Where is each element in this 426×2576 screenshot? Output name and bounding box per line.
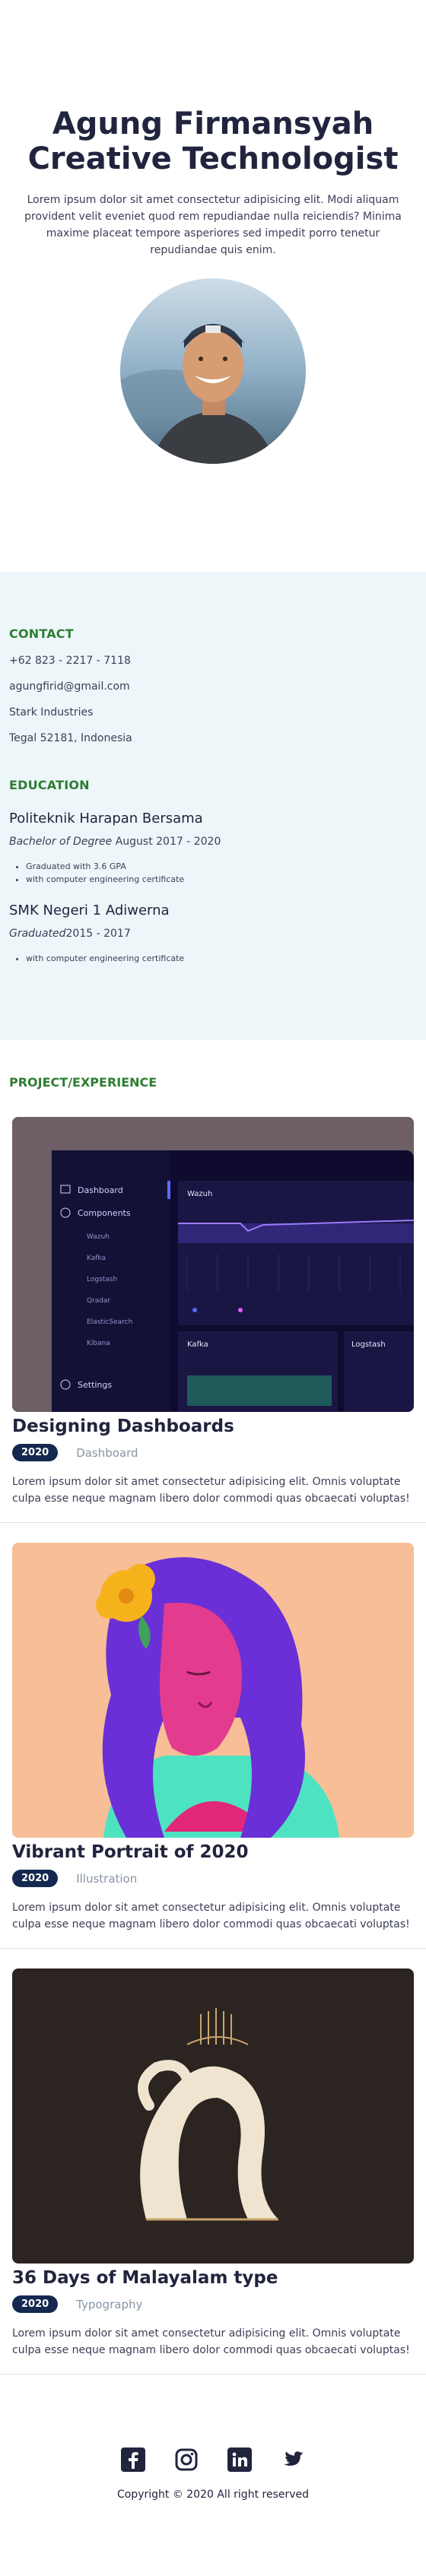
svg-text:Logstash: Logstash [87, 1276, 117, 1283]
project-meta: 2020 Typography [12, 2295, 414, 2313]
year-badge: 2020 [12, 1444, 59, 1461]
school-name: Politeknik Harapan Bersama [9, 811, 203, 826]
social-links [0, 2448, 426, 2472]
degree-period: 2015 - 2017 [65, 928, 131, 940]
project-thumbnail-portrait[interactable] [12, 1543, 414, 1838]
project-description: Lorem ipsum dolor sit amet consectetur a… [12, 2327, 410, 2356]
menu-settings: Settings [78, 1380, 112, 1390]
project-title[interactable]: 36 Days of Malayalam type [12, 2268, 414, 2288]
project-title[interactable]: Vibrant Portrait of 2020 [12, 1842, 414, 1862]
divider [0, 1522, 426, 1523]
contact-address: Tegal 52181, Indonesia [9, 732, 132, 744]
school-name: SMK Negeri 1 Adiwerna [9, 903, 170, 918]
hero-section: Agung Firmansyah Creative Technologist L… [0, 0, 426, 572]
project-category: Illustration [76, 1871, 138, 1886]
project-thumbnail-dashboard[interactable]: Dashboard Components Wazuh Kafka Logstas… [12, 1117, 414, 1412]
project-thumbnail-typography[interactable] [12, 1968, 414, 2264]
contact-heading: CONTACT [9, 627, 74, 641]
degree-label: Bachelor of Degree [9, 836, 113, 848]
svg-text:Qradar: Qradar [87, 1297, 111, 1305]
school-degree: Bachelor of Degree August 2017 - 2020 [9, 836, 417, 848]
svg-text:Kibana: Kibana [87, 1340, 110, 1347]
facebook-icon[interactable] [121, 2448, 145, 2472]
school-note: Graduated with 3.6 GPA [26, 861, 417, 871]
hero-role: Creative Technologist [27, 141, 399, 176]
project-title[interactable]: Designing Dashboards [12, 1416, 414, 1436]
svg-text:Kafka: Kafka [87, 1255, 106, 1262]
twitter-icon[interactable] [281, 2448, 305, 2472]
degree-label: Graduated [9, 928, 66, 940]
degree-period: August 2017 - 2020 [115, 836, 221, 848]
hero-intro: Lorem ipsum dolor sit amet consectetur a… [24, 194, 402, 256]
instagram-icon[interactable] [174, 2448, 199, 2472]
school-degree: Graduated2015 - 2017 [9, 928, 417, 940]
education-heading: EDUCATION [9, 778, 90, 792]
hero-title: Agung Firmansyah Creative Technologist [0, 106, 426, 176]
school-note: with computer engineering certificate [26, 953, 417, 963]
copyright: Copyright © 2020 All right reserved [116, 2489, 310, 2501]
divider [0, 2374, 426, 2375]
project-description: Lorem ipsum dolor sit amet consectetur a… [12, 1902, 410, 1930]
info-section: CONTACT +62 823 - 2217 - 7118 agungfirid… [0, 572, 426, 1040]
project-card[interactable]: 36 Days of Malayalam type 2020 Typograph… [0, 1968, 426, 2359]
divider [0, 1948, 426, 1949]
menu-components: Components [78, 1208, 131, 1218]
footer: Copyright © 2020 All right reserved [0, 2394, 426, 2501]
school-notes: with computer engineering certificate [9, 953, 417, 963]
project-card[interactable]: Dashboard Components Wazuh Kafka Logstas… [0, 1117, 426, 1507]
contact-company: Stark Industries [9, 706, 94, 719]
project-description: Lorem ipsum dolor sit amet consectetur a… [12, 1476, 410, 1505]
menu-dashboard: Dashboard [78, 1185, 123, 1195]
year-badge: 2020 [12, 2295, 59, 2313]
svg-text:Kafka: Kafka [187, 1340, 208, 1349]
svg-text:Wazuh: Wazuh [87, 1233, 110, 1241]
project-category: Typography [76, 2297, 143, 2311]
contact-email[interactable]: agungfirid@gmail.com [9, 680, 417, 693]
svg-text:Wazuh: Wazuh [187, 1190, 212, 1198]
project-meta: 2020 Dashboard [12, 1444, 414, 1461]
school-notes: Graduated with 3.6 GPA with computer eng… [9, 861, 417, 884]
project-meta: 2020 Illustration [12, 1870, 414, 1887]
avatar [120, 278, 306, 464]
project-card[interactable]: Vibrant Portrait of 2020 2020 Illustrati… [0, 1543, 426, 1933]
linkedin-icon[interactable] [227, 2448, 252, 2472]
year-badge: 2020 [12, 1870, 59, 1887]
svg-text:Logstash: Logstash [351, 1340, 386, 1349]
hero-name: Agung Firmansyah [52, 106, 374, 141]
project-category: Dashboard [76, 1445, 138, 1460]
contact-phone[interactable]: +62 823 - 2217 - 7118 [9, 655, 417, 667]
projects-section: PROJECT/EXPERIENCE Dashboard Components … [0, 1040, 426, 2375]
school-note: with computer engineering certificate [26, 874, 417, 884]
svg-text:ElasticSearch: ElasticSearch [87, 1318, 132, 1326]
projects-heading: PROJECT/EXPERIENCE [9, 1075, 157, 1090]
